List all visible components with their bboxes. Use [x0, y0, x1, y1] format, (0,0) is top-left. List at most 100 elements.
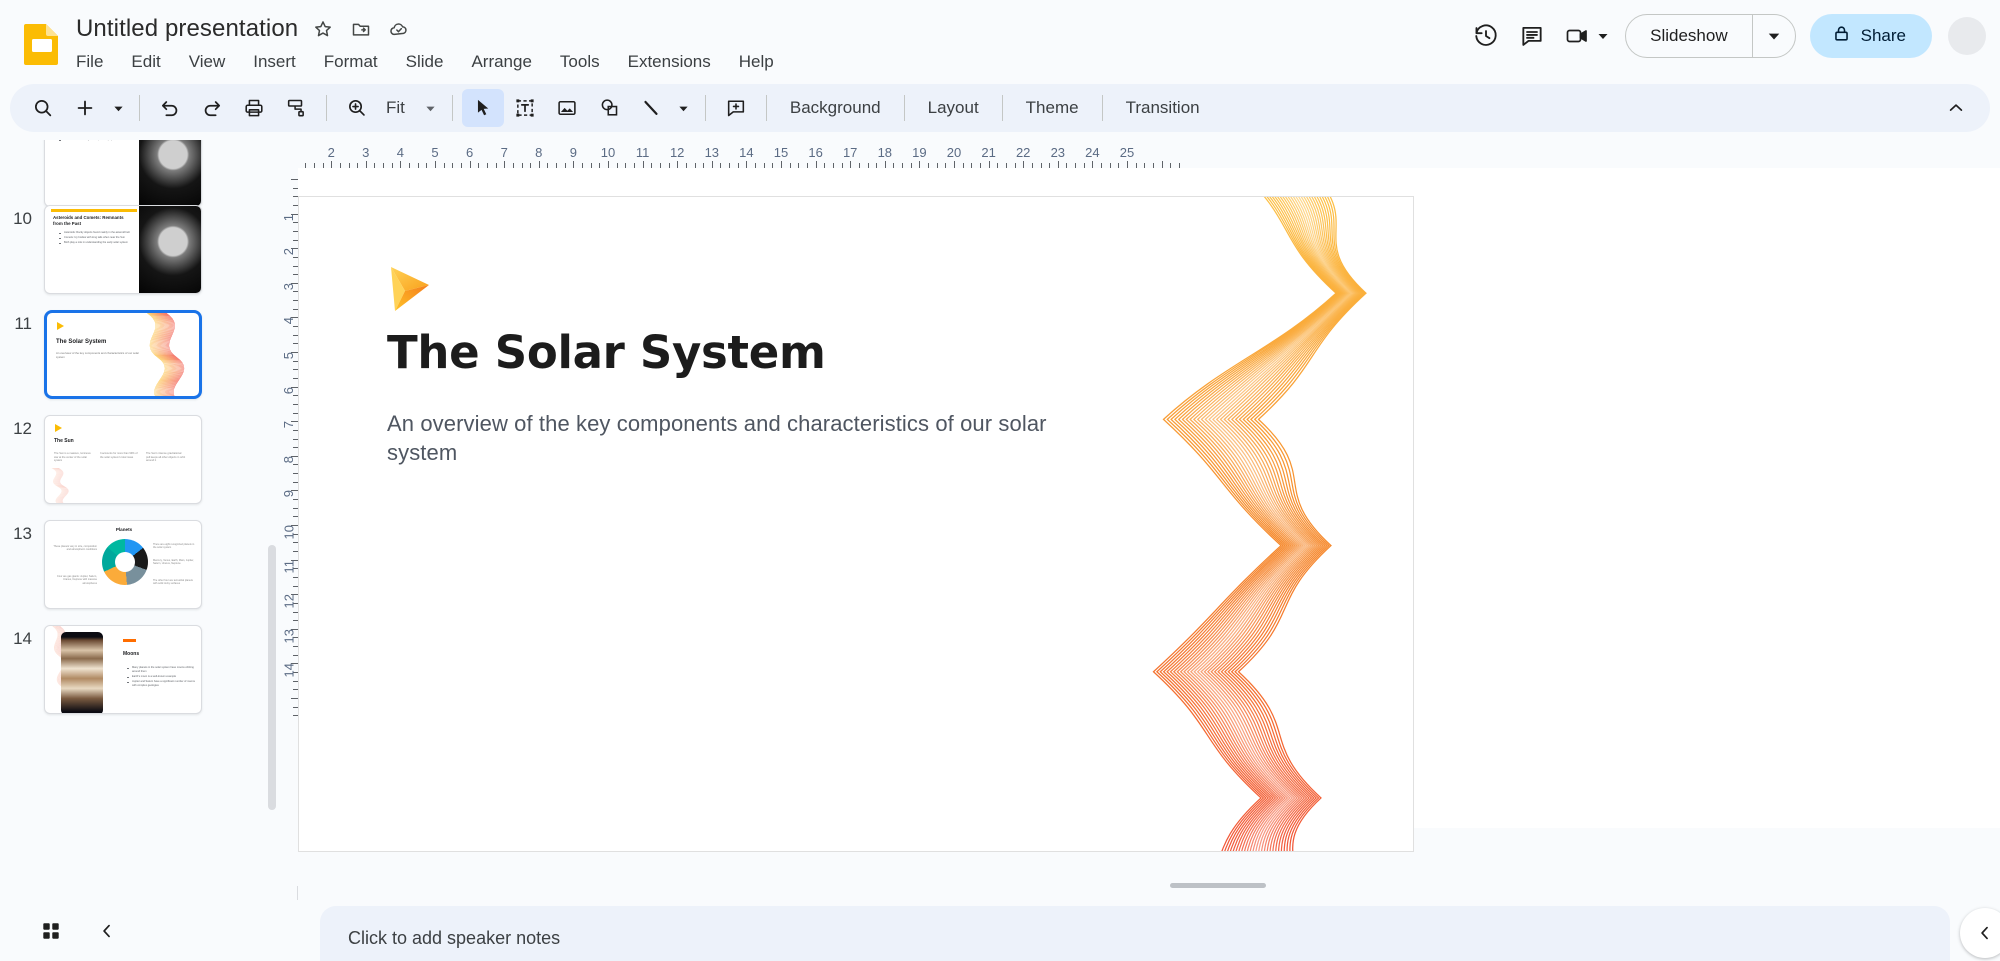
filmstrip-slide[interactable]: 11 The Solar System An overview of the key… [0, 310, 260, 399]
zoom-level-label: Fit [386, 98, 405, 117]
slide-thumbnail[interactable]: Moons Many planets in the solar system ha… [44, 625, 202, 714]
slideshow-group: Slideshow [1625, 14, 1796, 58]
cloud-saved-icon[interactable] [386, 16, 412, 42]
collapse-filmstrip-chevron-left-icon[interactable] [88, 912, 126, 950]
slide-number: 10 [13, 209, 32, 228]
zoom-control[interactable]: Fit [336, 89, 443, 127]
ruler-tick [677, 161, 679, 168]
filmstrip-scrollbar[interactable] [268, 545, 276, 810]
bottom-left-controls [0, 900, 300, 961]
thumbnail-column: The Sun's intense gravitational pull kee… [146, 452, 186, 463]
collapse-notes-chevron-left-icon[interactable] [1960, 908, 2000, 958]
ruler-number: 4 [396, 145, 405, 160]
thumbnail-content: Planets These planets vary in size, compo… [45, 521, 201, 608]
notes-resize-handle[interactable] [1170, 883, 1266, 888]
move-to-folder-icon[interactable] [348, 16, 374, 42]
slide-thumbnail[interactable]: The Solar System An overview of the key c… [44, 310, 202, 399]
ruler-number: 1 [281, 213, 296, 221]
ruler-number: 7 [281, 421, 296, 429]
thumbnail-note: The other four are terrestrial planets w… [153, 579, 193, 586]
top-bar: Untitled presentation File Edit View Ins… [0, 0, 2000, 84]
print-icon[interactable] [233, 89, 275, 127]
ruler-tick [1057, 161, 1059, 168]
transition-button[interactable]: Transition [1112, 91, 1214, 125]
ruler-tick [1161, 161, 1163, 168]
theme-button[interactable]: Theme [1012, 91, 1093, 125]
thumbnail-logo-icon [57, 322, 64, 330]
slideshow-chevron-down-icon[interactable] [1753, 15, 1795, 57]
menu-extensions[interactable]: Extensions [614, 48, 725, 76]
current-slide[interactable]: The Solar System An overview of the key … [298, 196, 1414, 852]
toolbar-divider [139, 95, 140, 121]
insert-image-icon[interactable] [546, 89, 588, 127]
redo-icon[interactable] [191, 89, 233, 127]
avatar[interactable] [1948, 17, 1986, 55]
zoom-chevron-down-icon[interactable] [419, 89, 443, 127]
slide-subtitle[interactable]: An overview of the key components and ch… [387, 409, 1047, 467]
comment-icon[interactable] [1509, 13, 1555, 59]
ruler-number: 9 [281, 490, 296, 498]
document-title[interactable]: Untitled presentation [76, 14, 298, 44]
menu-file[interactable]: File [76, 48, 117, 76]
thumbnail-column: The Sun is a massive, luminous star at t… [54, 452, 91, 463]
ruler-number: 10 [281, 525, 296, 540]
filmstrip-slide[interactable]: 10 Asteroids and Comets: Remnants from th… [0, 205, 260, 294]
shape-icon[interactable] [588, 89, 630, 127]
slides-logo-icon[interactable] [22, 22, 62, 65]
ruler-number: 10 [600, 145, 616, 160]
line-chevron-down-icon[interactable] [672, 89, 696, 127]
add-comment-icon[interactable] [715, 89, 757, 127]
slide-thumbnail[interactable]: Natural satellites orbiting planetsOver … [44, 140, 202, 207]
thumbnail-note: Mercury, Venus, Earth, Mars, Jupiter, Sa… [153, 559, 194, 566]
thumbnail-title: Asteroids and Comets: Remnants from the … [53, 215, 124, 226]
menu-view[interactable]: View [175, 48, 240, 76]
new-slide-icon[interactable] [64, 89, 106, 127]
thumbnail-title: Moons [123, 651, 140, 657]
slideshow-button[interactable]: Slideshow [1626, 15, 1752, 57]
chevron-up-icon[interactable] [1934, 89, 1978, 127]
grid-view-icon[interactable] [32, 912, 70, 950]
line-icon[interactable] [630, 89, 672, 127]
ruler-number: 21 [981, 145, 996, 160]
menu-insert[interactable]: Insert [239, 48, 310, 76]
slide-filmstrip[interactable]: Natural satellites orbiting planetsOver … [0, 140, 274, 830]
menu-help[interactable]: Help [725, 48, 788, 76]
filmstrip-slide[interactable]: Natural satellites orbiting planetsOver … [0, 140, 260, 207]
menu-arrange[interactable]: Arrange [457, 48, 545, 76]
filmstrip-slide[interactable]: 12 The Sun The Sun is a massive, luminous … [0, 415, 260, 504]
ruler-number: 6 [281, 386, 296, 394]
speaker-notes[interactable]: Click to add speaker notes [320, 906, 1950, 961]
vertical-ruler[interactable]: 1 2 3 4 5 6 7 8 9 10 11 12 13 14 [274, 168, 298, 828]
text-box-icon[interactable] [504, 89, 546, 127]
ruler-number: 25 [1119, 145, 1135, 160]
horizontal-ruler[interactable]: 2 3 4 5 6 7 8 9 10 11 12 13 14 15 16 17 18 19 20 21 22 23 24 25 [298, 143, 2000, 168]
slide-thumbnail[interactable]: The Sun The Sun is a massive, luminous st… [44, 415, 202, 504]
accent-bar [123, 639, 136, 642]
menu-format[interactable]: Format [310, 48, 392, 76]
filmstrip-slide[interactable]: 14 Moons Many planets in the solar system … [0, 625, 260, 714]
ruler-tick [919, 161, 921, 168]
ruler-tick [642, 161, 644, 168]
meet-chevron-down-icon[interactable] [1595, 28, 1611, 44]
background-button[interactable]: Background [776, 91, 895, 125]
new-slide-chevron-down-icon[interactable] [106, 89, 130, 127]
meet-group [1555, 13, 1611, 59]
star-icon[interactable] [310, 16, 336, 42]
person-holding-globe-photo [139, 206, 201, 293]
select-tool-icon[interactable] [461, 89, 504, 127]
paint-format-icon[interactable] [275, 89, 317, 127]
share-button[interactable]: Share [1809, 14, 1932, 58]
zoom-icon[interactable] [336, 89, 378, 127]
version-history-icon[interactable] [1463, 13, 1509, 59]
menu-edit[interactable]: Edit [117, 48, 174, 76]
slide-thumbnail[interactable]: Planets These planets vary in size, compo… [44, 520, 202, 609]
slide-thumbnail[interactable]: Asteroids and Comets: Remnants from the … [44, 205, 202, 294]
toolbar-divider-4 [704, 95, 706, 121]
menu-tools[interactable]: Tools [546, 48, 614, 76]
slide-title[interactable]: The Solar System [387, 325, 1167, 381]
filmstrip-slide[interactable]: 13 Planets These planets vary in size, com… [0, 520, 260, 609]
layout-button[interactable]: Layout [914, 91, 993, 125]
menu-slide[interactable]: Slide [392, 48, 458, 76]
undo-icon[interactable] [149, 89, 191, 127]
search-icon[interactable] [22, 89, 64, 127]
